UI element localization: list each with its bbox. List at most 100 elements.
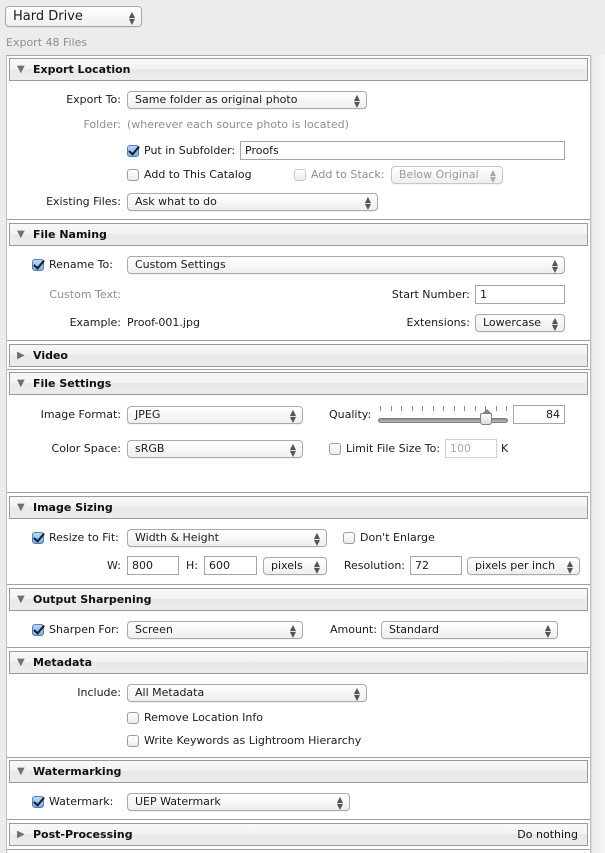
section-header-output-sharpening[interactable]: ▼ Output Sharpening [9,588,588,611]
watermark-label: Watermark: [49,795,114,808]
popup-arrows-icon: ▲ ▼ [353,93,360,109]
color-space-popup[interactable]: sRGB ▲ ▼ [127,440,303,458]
section-title: Export Location [33,63,131,76]
image-format-label: Image Format: [40,408,121,421]
add-to-stack-checkbox[interactable] [294,169,306,181]
amount-popup[interactable]: Standard ▲ ▼ [381,621,558,639]
section-divider [7,369,590,370]
section-divider [7,819,590,820]
disclosure-collapsed-icon: ▶ [17,829,25,840]
section-title: Metadata [33,656,93,669]
section-divider [7,492,590,493]
section-title: File Settings [33,377,112,390]
existing-files-label: Existing Files: [46,195,121,208]
watermark-checkbox[interactable] [32,796,44,808]
section-title: Image Sizing [33,501,113,514]
subfolder-name-input[interactable]: Proofs [240,141,565,160]
width-input[interactable]: 800 [127,556,179,575]
popup-arrows-icon: ▲ ▼ [353,686,360,702]
popup-arrows-icon: ▲ ▼ [551,258,558,274]
dont-enlarge-checkbox[interactable] [343,532,355,544]
section-divider [7,584,590,585]
sharpen-for-popup[interactable]: Screen ▲ ▼ [127,621,303,639]
quality-slider-thumb[interactable] [480,409,492,425]
disclosure-expanded-icon: ▼ [17,378,25,389]
export-destination-popup[interactable]: Hard Drive ▲ ▼ [5,6,142,27]
include-label: Include: [77,686,121,699]
add-to-catalog-label: Add to This Catalog [144,168,252,181]
remove-location-checkbox[interactable] [127,712,139,724]
scrollbar[interactable] [591,55,605,853]
popup-arrows-icon: ▲ ▼ [489,168,496,184]
rename-to-checkbox[interactable] [32,259,44,271]
amount-value: Standard [389,623,440,636]
resolution-label: Resolution: [343,559,405,572]
export-count-label: Export 48 Files [6,36,88,49]
section-divider [7,849,590,850]
popup-arrows-icon: ▲ ▼ [566,559,573,575]
section-header-file-naming[interactable]: ▼ File Naming [9,223,588,246]
section-header-video[interactable]: ▶ Video [9,344,588,367]
slider-tick [433,406,434,411]
resize-to-fit-checkbox[interactable] [32,532,44,544]
slider-tick [506,406,507,411]
limit-file-size-label: Limit File Size To: [346,442,441,455]
start-number-input[interactable]: 1 [475,285,565,304]
watermark-popup[interactable]: UEP Watermark ▲ ▼ [127,793,350,811]
section-divider [7,219,590,220]
put-in-subfolder-checkbox[interactable] [127,145,139,157]
resolution-units-value: pixels per inch [475,559,556,572]
popup-arrows-icon: ▲ ▼ [289,623,296,639]
color-space-label: Color Space: [51,442,121,455]
slider-tick [391,406,392,411]
extensions-popup[interactable]: Lowercase ▲ ▼ [475,314,565,332]
disclosure-collapsed-icon: ▶ [17,350,25,361]
disclosure-expanded-icon: ▼ [17,657,25,668]
disclosure-expanded-icon: ▼ [17,64,25,75]
limit-file-size-checkbox[interactable] [329,443,341,455]
section-header-metadata[interactable]: ▼ Metadata [9,651,588,674]
remove-location-label: Remove Location Info [144,711,263,724]
example-filename: Proof-001.jpg [127,316,200,329]
disclosure-expanded-icon: ▼ [17,502,25,513]
quality-input[interactable]: 84 [513,405,565,424]
resolution-units-popup[interactable]: pixels per inch ▲ ▼ [467,557,580,575]
popup-arrows-icon: ▲ ▼ [336,795,343,811]
existing-files-popup[interactable]: Ask what to do ▲ ▼ [127,193,378,211]
image-format-popup[interactable]: JPEG ▲ ▼ [127,406,303,424]
section-header-export-location[interactable]: ▼ Export Location [9,58,588,81]
popup-arrows-icon: ▲ ▼ [289,408,296,424]
add-to-catalog-checkbox[interactable] [127,169,139,181]
slider-tick [422,406,423,411]
section-header-image-sizing[interactable]: ▼ Image Sizing [9,496,588,519]
include-metadata-popup[interactable]: All Metadata ▲ ▼ [127,684,367,702]
section-title: Video [33,349,68,362]
existing-files-value: Ask what to do [135,195,217,208]
width-label: W: [107,559,121,572]
start-number-label: Start Number: [391,288,470,301]
popup-arrows-icon: ▲ ▼ [128,10,135,26]
height-input[interactable]: 600 [204,556,257,575]
resolution-input[interactable]: 72 [410,556,462,575]
sharpen-for-checkbox[interactable] [32,624,44,636]
write-keywords-checkbox[interactable] [127,735,139,747]
section-divider [7,757,590,758]
section-divider [7,647,590,648]
rename-to-value: Custom Settings [135,258,226,271]
popup-arrows-icon: ▲ ▼ [313,559,320,575]
size-units-popup[interactable]: pixels ▲ ▼ [263,557,327,575]
export-to-popup[interactable]: Same folder as original photo ▲ ▼ [127,91,367,109]
limit-file-size-input[interactable]: 100 [445,439,497,458]
export-destination-value: Hard Drive [13,9,83,24]
extensions-label: Extensions: [406,316,470,329]
extensions-value: Lowercase [483,316,541,329]
resize-to-fit-popup[interactable]: Width & Height ▲ ▼ [127,529,327,547]
rename-to-popup[interactable]: Custom Settings ▲ ▼ [127,256,565,274]
slider-tick [475,406,476,411]
section-header-post-processing[interactable]: ▶ Post-Processing Do nothing [9,823,588,846]
section-header-watermarking[interactable]: ▼ Watermarking [9,760,588,783]
disclosure-expanded-icon: ▼ [17,766,25,777]
section-header-file-settings[interactable]: ▼ File Settings [9,372,588,395]
post-processing-summary: Do nothing [517,828,578,841]
add-to-stack-popup[interactable]: Below Original ▲ ▼ [391,166,503,184]
